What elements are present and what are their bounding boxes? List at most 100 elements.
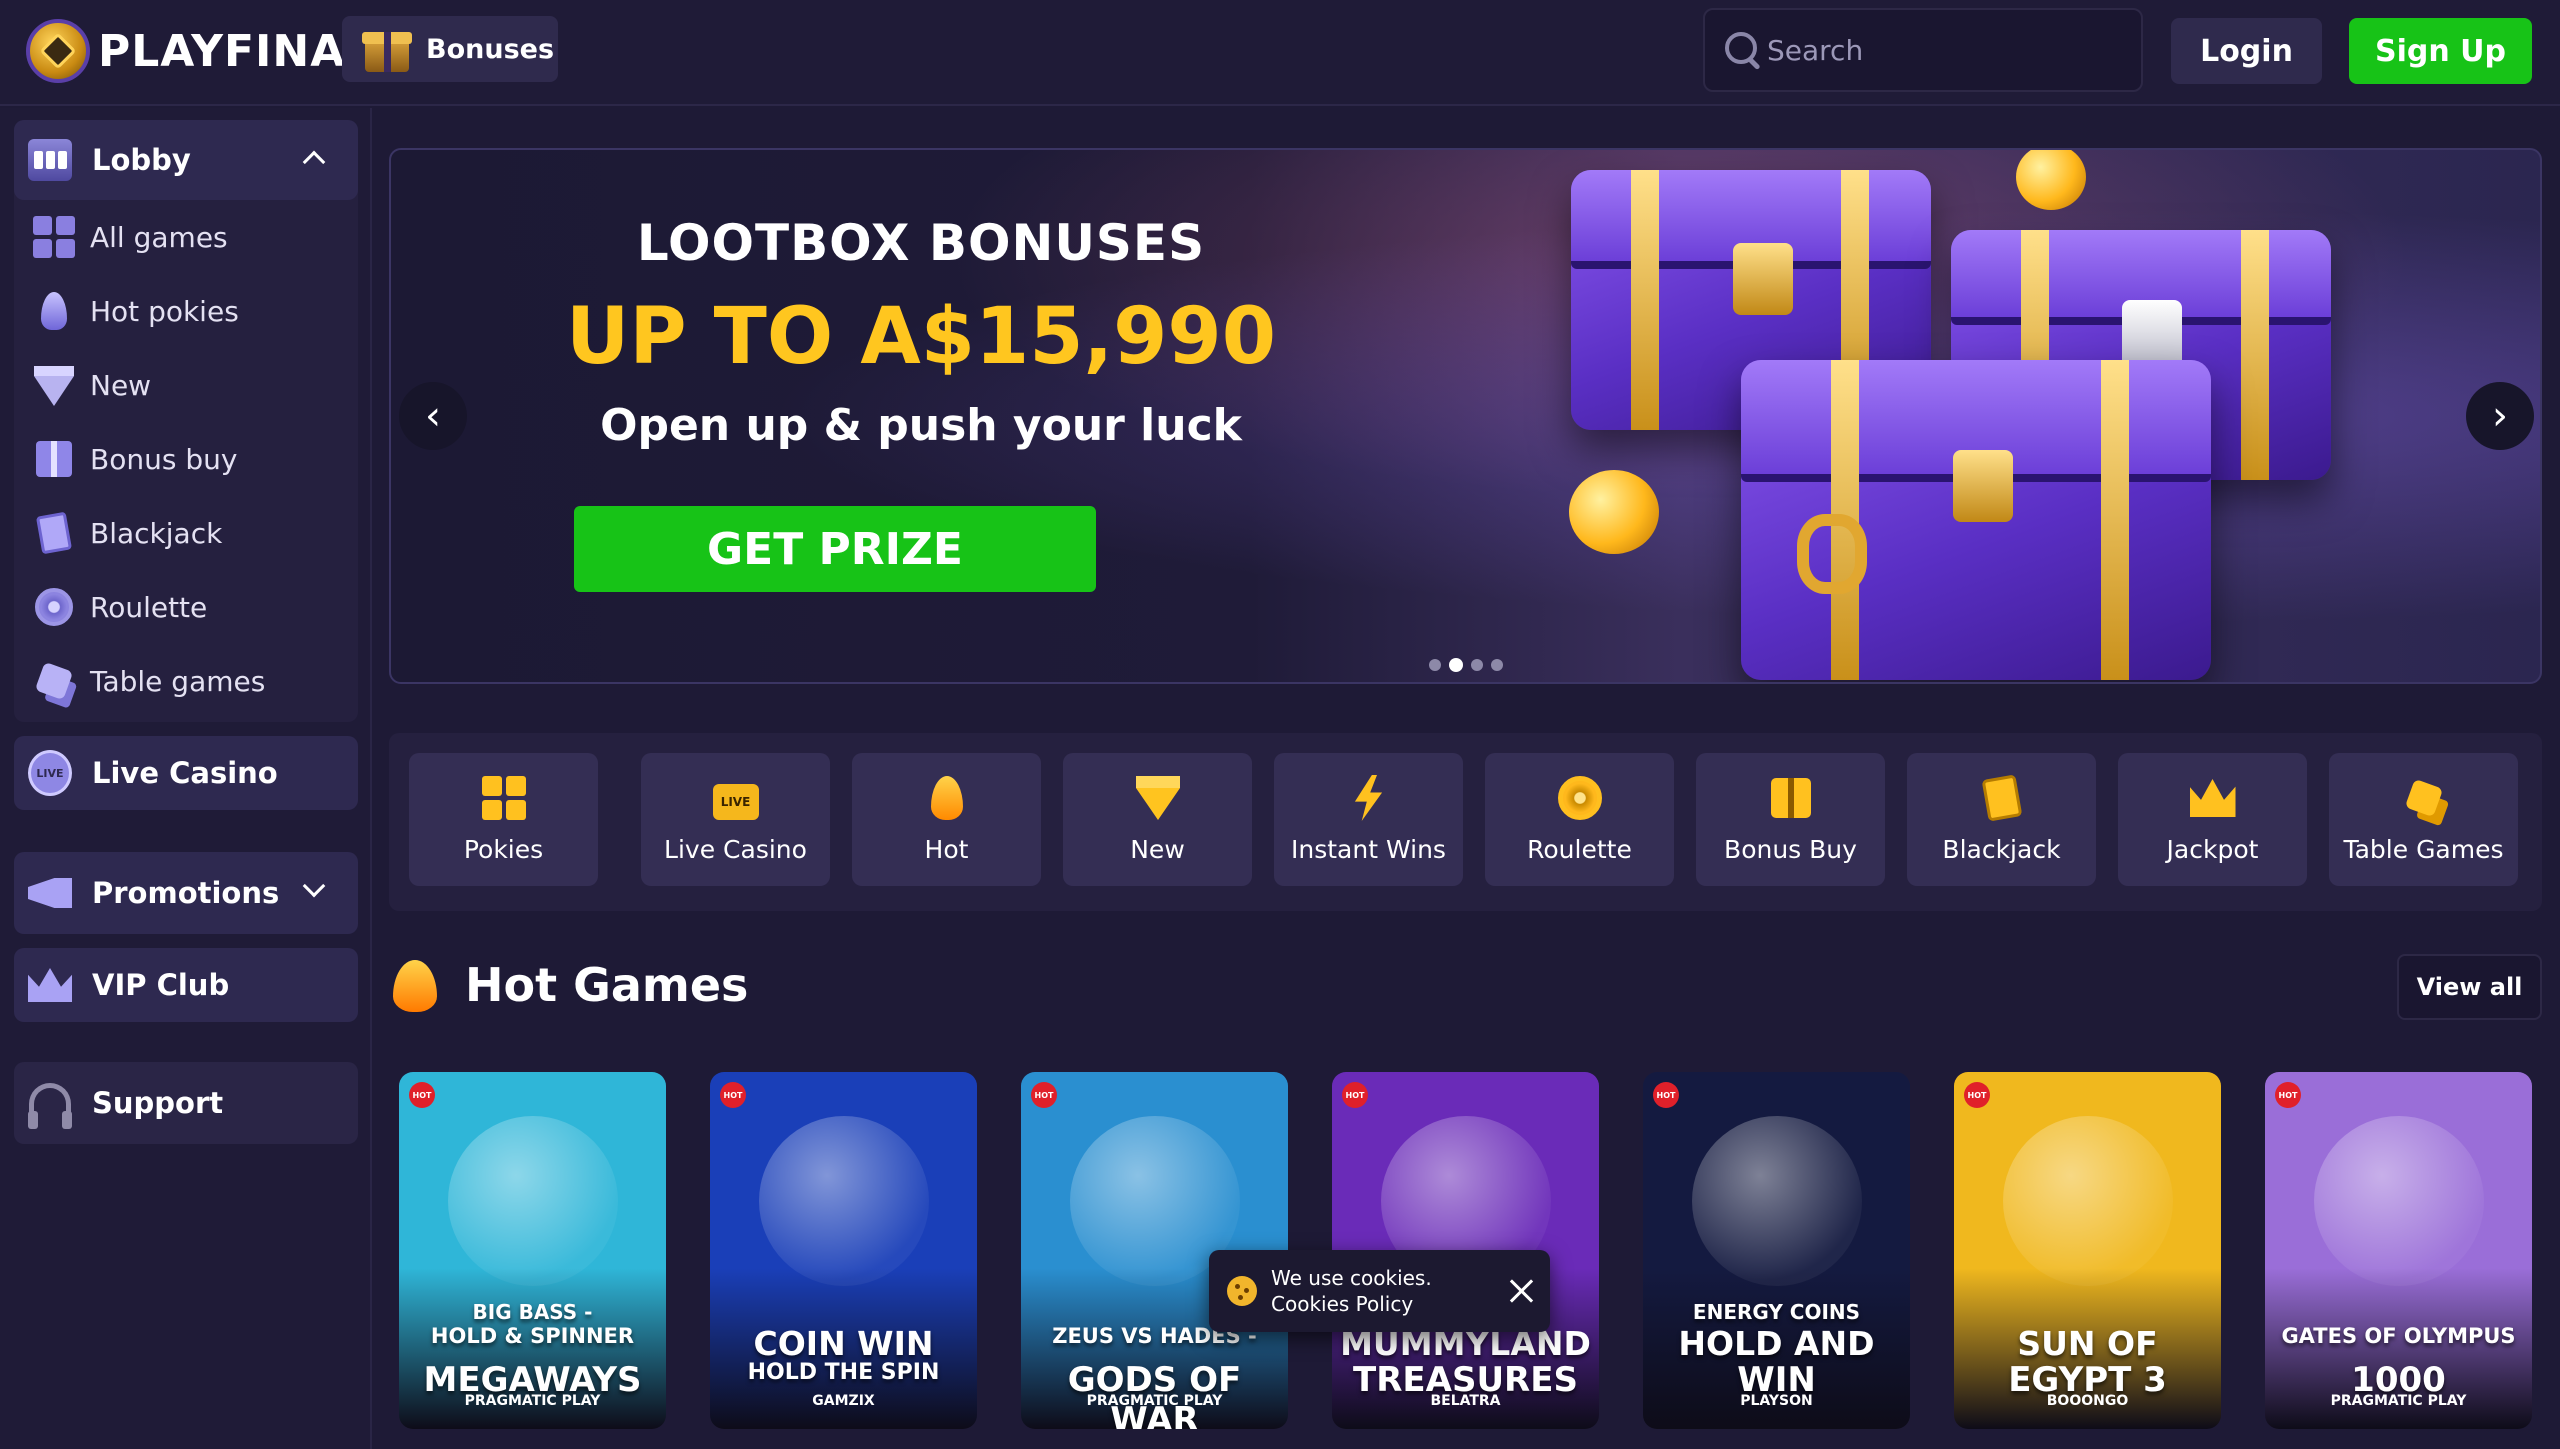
game-title-line2: HOLD & SPINNER — [430, 1324, 635, 1348]
sidebar-item-all-games[interactable]: All games — [14, 200, 358, 274]
chevron-right-icon: › — [2492, 393, 2508, 439]
get-prize-button[interactable]: GET PRIZE — [574, 506, 1096, 592]
login-button[interactable]: Login — [2171, 18, 2322, 84]
game-title-line3: HOLD THE SPIN — [747, 1360, 940, 1385]
sidebar-item-table-games[interactable]: Table games — [14, 644, 358, 718]
sidebar-item-label: Roulette — [90, 590, 208, 624]
roulette-icon — [32, 585, 76, 629]
diamond-icon — [1134, 775, 1182, 821]
live-icon: LIVE — [28, 750, 72, 796]
gold-coin-icon — [1569, 470, 1659, 554]
category-jackpot[interactable]: Jackpot — [2118, 753, 2307, 886]
sidebar-item-roulette[interactable]: Roulette — [14, 570, 358, 644]
live-casino-icon: LIVE — [712, 775, 760, 821]
gold-coin-icon — [2016, 150, 2086, 210]
category-label: Live Casino — [664, 835, 807, 864]
hot-badge: HOT — [720, 1082, 746, 1108]
lobby-toggle[interactable]: Lobby — [14, 120, 358, 200]
carousel-dot[interactable] — [1471, 659, 1483, 671]
sidebar-item-label: All games — [90, 220, 228, 254]
chevron-left-icon: ‹ — [425, 393, 441, 439]
sidebar-item-blackjack[interactable]: Blackjack — [14, 496, 358, 570]
hero-banner[interactable]: LOOTBOX BONUSES UP TO A$15,990 Open up &… — [389, 148, 2542, 684]
roulette-icon — [1556, 775, 1604, 821]
sidebar-item-support[interactable]: Support — [14, 1062, 358, 1144]
sidebar-item-new[interactable]: New — [14, 348, 358, 422]
game-artwork — [1691, 1116, 1862, 1286]
game-title-line2: COIN WIN — [753, 1324, 934, 1363]
lobby-label: Lobby — [92, 143, 191, 177]
view-all-button[interactable]: View all — [2397, 954, 2542, 1020]
game-tile[interactable]: HOT GATES OF OLYMPUS 1000 PRAGMATIC PLAY — [2265, 1072, 2532, 1429]
search-input[interactable] — [1767, 33, 2127, 67]
sidebar-item-vip-club[interactable]: VIP Club — [14, 948, 358, 1022]
carousel-next-button[interactable]: › — [2466, 382, 2534, 450]
signup-button[interactable]: Sign Up — [2349, 18, 2532, 84]
category-pokies[interactable]: Pokies — [409, 753, 598, 886]
game-tile[interactable]: HOT COIN WIN HOLD THE SPIN GAMZIX — [710, 1072, 977, 1429]
category-table-games[interactable]: Table Games — [2329, 753, 2518, 886]
game-tile[interactable]: HOT SUN OF EGYPT 3 BOOONGO — [1954, 1072, 2221, 1429]
sidebar-item-promotions[interactable]: Promotions — [14, 852, 358, 934]
cards-icon — [32, 511, 76, 555]
category-label: Instant Wins — [1291, 835, 1446, 864]
playfina-logo[interactable]: PLAYFINA — [26, 18, 345, 84]
sidebar-item-label: New — [90, 368, 152, 402]
category-blackjack[interactable]: Blackjack — [1907, 753, 2096, 886]
close-icon[interactable] — [1504, 1274, 1538, 1308]
sidebar-item-label: Blackjack — [90, 516, 223, 550]
diamond-icon — [32, 363, 76, 407]
game-artwork — [758, 1116, 929, 1286]
carousel-dot[interactable] — [1491, 659, 1503, 671]
category-label: Roulette — [1527, 835, 1632, 864]
category-label: Table Games — [2343, 835, 2504, 864]
headset-icon — [28, 1081, 72, 1129]
promotions-label: Promotions — [92, 876, 280, 910]
carousel-dot[interactable] — [1429, 659, 1441, 671]
hot-badge: HOT — [1653, 1082, 1679, 1108]
game-provider: BOOONGO — [2046, 1393, 2129, 1409]
bonuses-label: Bonuses — [426, 33, 555, 65]
dice-icon — [32, 659, 76, 703]
sidebar-item-bonus-buy[interactable]: Bonus buy — [14, 422, 358, 496]
game-tile[interactable]: HOT ENERGY COINS HOLD AND WIN PLAYSON — [1643, 1072, 1910, 1429]
category-bar: Pokies LIVE Live Casino Hot New Instant … — [389, 733, 2542, 911]
category-new[interactable]: New — [1063, 753, 1252, 886]
pokies-icon — [480, 775, 528, 821]
category-hot[interactable]: Hot — [852, 753, 1041, 886]
chest-front — [1741, 360, 2211, 680]
support-label: Support — [92, 1086, 224, 1120]
category-live-casino[interactable]: LIVE Live Casino — [641, 753, 830, 886]
category-label: Pokies — [463, 835, 544, 864]
hot-badge: HOT — [2275, 1082, 2301, 1108]
vip-club-label: VIP Club — [92, 968, 230, 1002]
category-label: Bonus Buy — [1724, 835, 1857, 864]
game-title-line1: BIG BASS - — [472, 1300, 593, 1324]
game-provider: GAMZIX — [812, 1393, 875, 1409]
bonuses-button[interactable]: Bonuses — [342, 16, 558, 82]
game-provider: PRAGMATIC PLAY — [464, 1393, 601, 1409]
crown-icon — [2189, 775, 2237, 821]
sidebar-item-label: Bonus buy — [90, 442, 238, 476]
hero-subtitle: Open up & push your luck — [600, 400, 1242, 451]
game-provider: PRAGMATIC PLAY — [2330, 1393, 2467, 1409]
carousel-prev-button[interactable]: ‹ — [399, 382, 467, 450]
hot-badge: HOT — [1964, 1082, 1990, 1108]
flame-icon — [32, 289, 76, 333]
category-bonus-buy[interactable]: Bonus Buy — [1696, 753, 1885, 886]
cookies-policy-link[interactable]: Cookies Policy — [1271, 1291, 1432, 1317]
cookie-text: We use cookies. Cookies Policy — [1271, 1265, 1432, 1317]
sidebar-item-hot-pokies[interactable]: Hot pokies — [14, 274, 358, 348]
carousel-dot[interactable] — [1449, 658, 1463, 672]
live-casino-label: Live Casino — [92, 756, 278, 790]
game-tile[interactable]: HOT BIG BASS - HOLD & SPINNER MEGAWAYS PRAGM… — [399, 1072, 666, 1429]
logo-text: PLAYFINA — [98, 25, 346, 77]
search-box[interactable] — [1703, 8, 2143, 92]
category-roulette[interactable]: Roulette — [1485, 753, 1674, 886]
logo-badge-icon — [26, 19, 90, 83]
category-instant-wins[interactable]: Instant Wins — [1274, 753, 1463, 886]
game-artwork — [447, 1116, 618, 1286]
sidebar-item-live-casino[interactable]: LIVE Live Casino — [14, 736, 358, 810]
lobby-group: Lobby All games Hot pokies New Bonus buy… — [14, 120, 358, 722]
game-artwork — [2313, 1116, 2484, 1286]
